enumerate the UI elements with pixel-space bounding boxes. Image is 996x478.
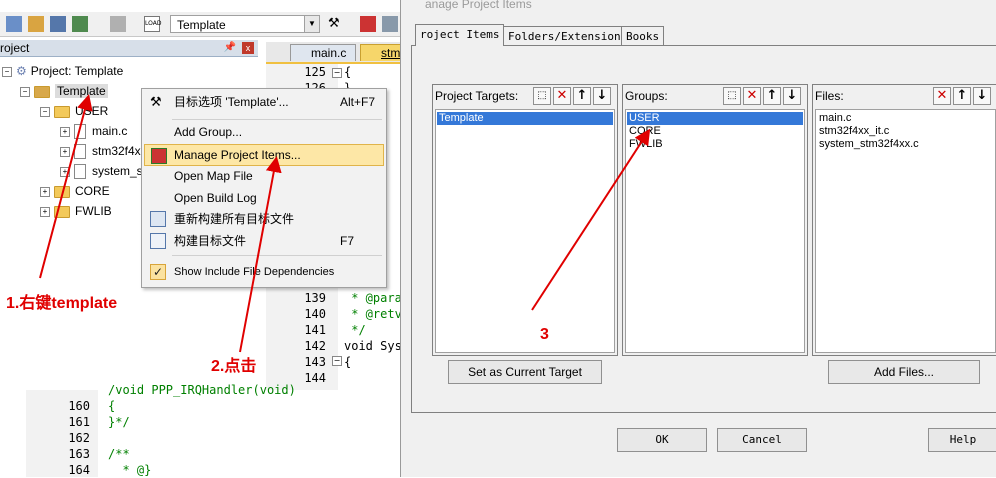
arrow-step-2 — [239, 156, 282, 353]
tab-label: roject Items — [420, 28, 500, 41]
tab-project-items[interactable]: roject Items — [415, 24, 505, 46]
annotation-arrows — [39, 94, 651, 353]
arrow-step-3 — [531, 128, 651, 311]
arrow-step-1 — [39, 94, 93, 279]
annotation-step-3: 3 — [540, 326, 549, 343]
annotation-step-1: 1.右键template — [6, 295, 118, 312]
annotation-step-2: 2.点击 — [211, 358, 257, 375]
